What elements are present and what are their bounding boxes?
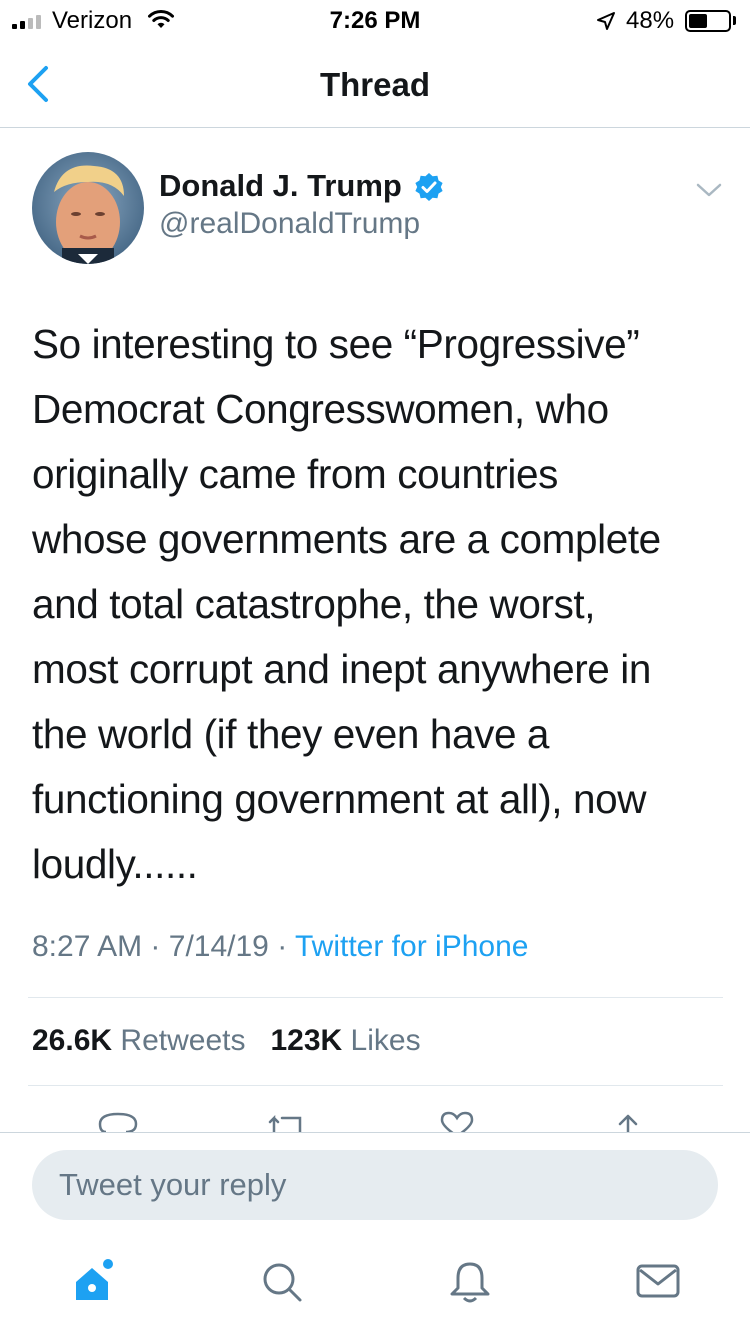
tweet-actions (0, 1100, 750, 1132)
divider (28, 997, 723, 998)
tweet-text-line: the world (if they even have a (32, 711, 550, 757)
tab-notifications[interactable] (446, 1258, 494, 1306)
tweet-text-line: loudly...... (32, 841, 198, 887)
tweet-text: So interesting to see “Progressive” Demo… (32, 312, 722, 897)
meta-separator: · (150, 930, 161, 963)
battery-level-fill (689, 14, 707, 28)
likes-stat[interactable]: 123K Likes (270, 1024, 420, 1057)
avatar[interactable] (32, 152, 144, 264)
tweet-text-line: functioning government at all), now (32, 776, 647, 822)
author-handle[interactable]: @realDonaldTrump (159, 207, 420, 241)
tweet-text-line: most corrupt and inept anywhere in (32, 646, 651, 692)
tweet-date: 7/14/19 (168, 930, 269, 963)
chevron-down-icon (696, 183, 722, 197)
tweet-time: 8:27 AM (32, 930, 143, 963)
tab-messages[interactable] (634, 1258, 682, 1306)
reply-icon (98, 1112, 138, 1132)
tweet-text-line: So interesting to see “Progressive” (32, 321, 640, 367)
retweet-count: 26.6K (32, 1024, 113, 1057)
like-count: 123K (270, 1024, 343, 1057)
tab-search[interactable] (258, 1258, 306, 1306)
notifications-icon (450, 1262, 490, 1303)
location-arrow-icon (596, 10, 616, 38)
tab-home[interactable] (70, 1258, 118, 1306)
like-button[interactable] (436, 1110, 480, 1132)
battery-tip (733, 16, 736, 25)
tweet-stats: 26.6K Retweets 123K Likes (32, 1024, 421, 1058)
reply-button[interactable] (98, 1110, 142, 1132)
like-icon (440, 1111, 474, 1132)
reply-input[interactable] (32, 1150, 718, 1220)
like-label: Likes (350, 1024, 421, 1057)
retweet-label: Retweets (120, 1024, 246, 1057)
retweet-icon (268, 1114, 302, 1132)
meta-separator: · (277, 930, 288, 963)
battery-percent: 48% (626, 7, 675, 34)
divider (28, 1085, 723, 1086)
tweet-meta: 8:27 AM · 7/14/19 · Twitter for iPhone (32, 930, 528, 964)
messages-icon (636, 1264, 680, 1298)
tweet-text-line: and total catastrophe, the worst, (32, 581, 596, 627)
verified-badge-icon (414, 172, 444, 207)
home-icon (76, 1259, 113, 1300)
status-bar: Verizon 7:26 PM 48% (0, 0, 750, 40)
tweet-text-line: Democrat Congresswomen, who (32, 386, 609, 432)
share-icon (618, 1114, 638, 1132)
retweet-button[interactable] (266, 1110, 310, 1132)
tweet-text-line: whose governments are a complete (32, 516, 661, 562)
page-title: Thread (319, 66, 431, 103)
battery-icon (685, 10, 731, 32)
tweet-options-button[interactable] (694, 180, 724, 205)
nav-bar: Thread (0, 40, 750, 128)
tweet-text-line: originally came from countries (32, 451, 558, 497)
tweet-source-link[interactable]: Twitter for iPhone (295, 930, 528, 963)
share-button[interactable] (606, 1110, 650, 1132)
author-name[interactable]: Donald J. Trump (159, 168, 402, 204)
retweets-stat[interactable]: 26.6K Retweets (32, 1024, 254, 1057)
search-icon (263, 1263, 302, 1302)
